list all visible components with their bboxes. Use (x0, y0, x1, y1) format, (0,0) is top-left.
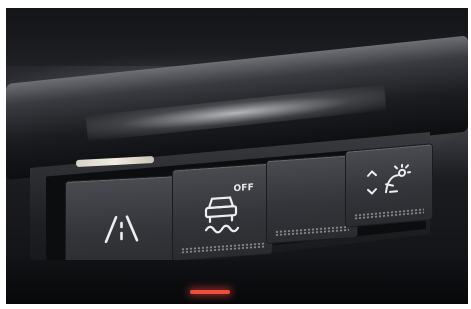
red-status-led (190, 290, 230, 294)
lower-dash (6, 260, 468, 304)
dashboard-photo: OFF (6, 8, 468, 304)
off-label: OFF (233, 182, 254, 195)
button-grip-texture (275, 225, 349, 237)
headlamp-leveling-button[interactable] (345, 143, 433, 228)
traction-control-button[interactable]: OFF (172, 162, 273, 262)
